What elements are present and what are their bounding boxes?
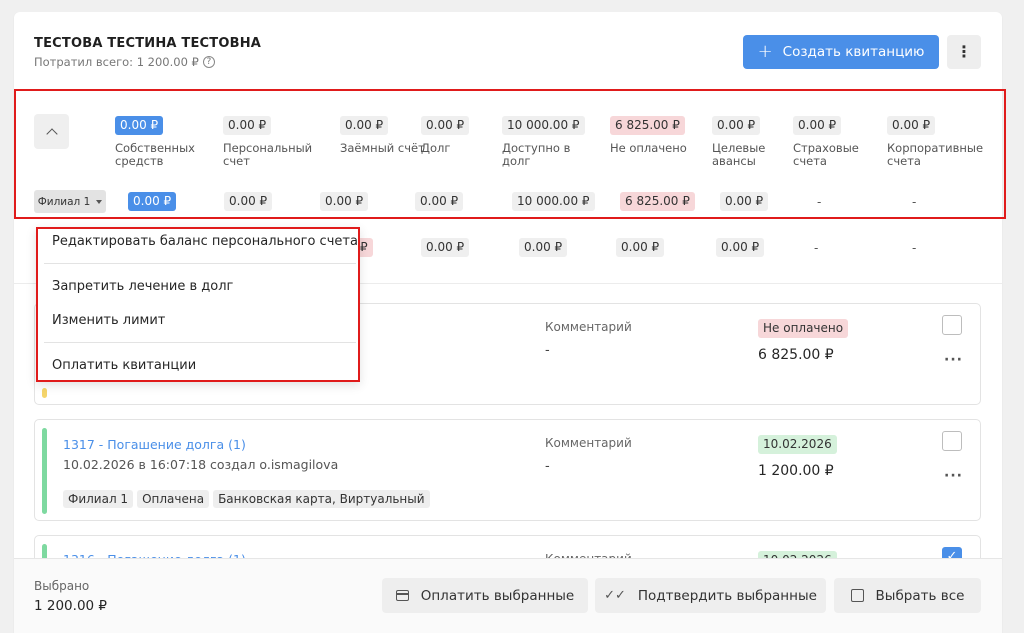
- status-badge: 10.02.2026: [758, 435, 837, 454]
- branch-balance-value: 0.00 ₽: [720, 192, 769, 211]
- receipt-chips: Филиал 1 Оплачена Банковская карта, Виртуа…: [63, 488, 434, 508]
- balance-value: 0.00 ₽: [421, 116, 470, 135]
- balance-label: Корпоративные счета: [887, 141, 984, 168]
- client-name: ТЕСТОВА ТЕСТИНА ТЕСТОВНА: [34, 36, 262, 51]
- create-receipt-button[interactable]: + Создать квитанцию: [743, 35, 939, 69]
- menu-item-pay-receipts[interactable]: Оплатить квитанции: [52, 358, 196, 373]
- chevron-up-icon: [45, 127, 58, 140]
- balance-value: 0.00 ₽: [793, 116, 842, 135]
- branch-balance-value: 0.00 ₽: [320, 192, 369, 211]
- caret-down-icon: [96, 199, 103, 204]
- balance-value: 0.00 ₽: [616, 238, 665, 257]
- balance-value: 0.00 ₽: [115, 116, 164, 135]
- chip-branch: Филиал 1: [63, 490, 134, 508]
- create-receipt-label: Создать квитанцию: [782, 44, 925, 60]
- status-stripe: [42, 388, 47, 398]
- balance-value: 6 825.00 ₽: [610, 116, 685, 135]
- balance-value: 0.00 ₽: [716, 238, 765, 257]
- balance-value: 0.00 ₽: [421, 238, 470, 257]
- checkbox-icon: [850, 589, 864, 602]
- selected-label: Выбрано: [34, 579, 90, 593]
- balance-label: Доступно в долг: [502, 141, 571, 168]
- select-all-label: Выбрать все: [875, 587, 965, 604]
- more-horizontal-icon[interactable]: ···: [944, 468, 963, 484]
- help-icon[interactable]: ?: [202, 56, 215, 68]
- menu-separator: [44, 263, 356, 264]
- double-check-icon: ✓✓: [604, 588, 626, 603]
- status-stripe: [42, 428, 47, 514]
- pay-selected-button[interactable]: Оплатить выбранные: [382, 578, 588, 613]
- balance-value: -: [814, 241, 819, 255]
- receipt-card: 1317 - Погашение долга (1) 10.02.2026 в …: [34, 419, 981, 521]
- branch-balance-value: 6 825.00 ₽: [620, 192, 695, 211]
- select-all-button[interactable]: Выбрать все: [834, 578, 981, 613]
- total-spent-text: Потратил всего: 1 200.00 ₽: [34, 55, 199, 69]
- chip-payment-method: Банковская карта, Виртуальный: [213, 490, 430, 508]
- card-icon: [395, 590, 409, 601]
- total-spent: Потратил всего: 1 200.00 ₽ ?: [34, 55, 215, 69]
- receipt-checkbox[interactable]: [942, 431, 962, 451]
- menu-item-edit-balance[interactable]: Редактировать баланс персонального счета: [52, 234, 358, 249]
- balance-value: 0.00 ₽: [340, 116, 389, 135]
- balance-value: 0.00 ₽: [519, 238, 568, 257]
- balance-value: 0.00 ₽: [887, 116, 936, 135]
- balance-label: Персональный счет: [223, 141, 313, 168]
- menu-separator: [44, 342, 356, 343]
- collapse-balances-button[interactable]: [34, 114, 69, 149]
- context-menu: Редактировать баланс персонального счета…: [36, 227, 360, 382]
- selected-amount: 1 200.00 ₽: [34, 598, 107, 614]
- plus-icon: +: [757, 41, 773, 62]
- branch-dropdown[interactable]: Филиал 1: [34, 190, 106, 213]
- branch-balance-value: 10 000.00 ₽: [512, 192, 595, 211]
- menu-item-change-limit[interactable]: Изменить лимит: [52, 313, 165, 328]
- comment-label: Комментарий: [545, 436, 632, 450]
- chip-status: Оплачена: [137, 490, 210, 508]
- branch-dropdown-label: Филиал 1: [37, 195, 91, 208]
- confirm-selected-label: Подтвердить выбранные: [637, 587, 817, 604]
- receipt-link[interactable]: 1317 - Погашение долга (1): [63, 437, 246, 452]
- balance-value: 0.00 ₽: [223, 116, 272, 135]
- comment-value: -: [545, 459, 550, 474]
- more-options-button[interactable]: ⋮: [947, 35, 981, 69]
- comment-value: -: [545, 343, 550, 358]
- receipt-amount: 6 825.00 ₽: [758, 347, 834, 363]
- more-horizontal-icon[interactable]: ···: [944, 352, 963, 368]
- comment-label: Комментарий: [545, 320, 632, 334]
- balance-label: Не оплачено: [610, 141, 687, 155]
- pay-selected-label: Оплатить выбранные: [420, 587, 575, 604]
- more-vertical-icon: ⋮: [956, 42, 972, 61]
- receipt-meta: 10.02.2026 в 16:07:18 создал o.ismagilov…: [63, 457, 339, 472]
- branch-balance-value: -: [912, 195, 917, 209]
- receipt-amount: 1 200.00 ₽: [758, 463, 834, 479]
- balance-label: Страховые счета: [793, 141, 859, 168]
- branch-balance-value: -: [817, 195, 822, 209]
- branch-balance-value: 0.00 ₽: [415, 192, 464, 211]
- balance-label: Собственных средств: [115, 141, 195, 168]
- confirm-selected-button[interactable]: ✓✓ Подтвердить выбранные: [595, 578, 826, 613]
- balance-value: 0.00 ₽: [712, 116, 761, 135]
- branch-balance-value: 0.00 ₽: [224, 192, 273, 211]
- balance-value: -: [912, 241, 917, 255]
- branch-balance-value: 0.00 ₽: [128, 192, 177, 211]
- menu-item-forbid-debt[interactable]: Запретить лечение в долг: [52, 279, 233, 294]
- balance-value: 10 000.00 ₽: [502, 116, 585, 135]
- receipt-checkbox[interactable]: [942, 315, 962, 335]
- status-badge: Не оплачено: [758, 319, 849, 338]
